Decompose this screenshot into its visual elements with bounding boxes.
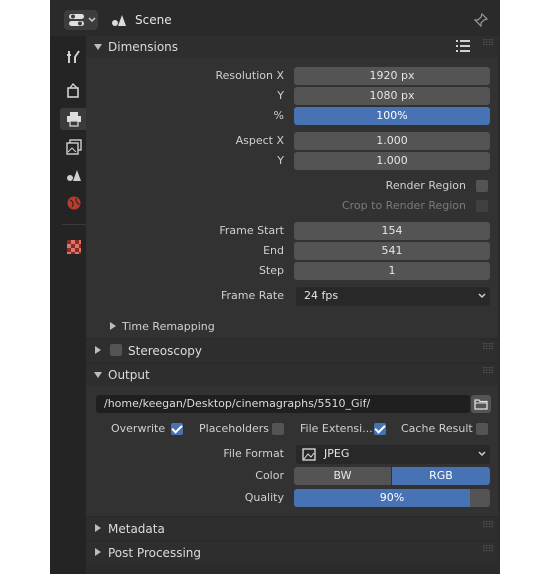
printer-icon [67,112,81,127]
tool-icon [67,50,80,63]
frame-rate-dropdown[interactable]: 24 fps [296,287,490,306]
aspect-y-label: Y [277,154,284,167]
frame-rate-value: 24 fps [304,289,339,302]
tab-render[interactable] [60,80,88,102]
render-region-label: Render Region [385,179,466,192]
output-path-field[interactable]: /home/keegan/Desktop/cinemagraphs/5510_G… [96,395,470,413]
overwrite-label: Overwrite [111,422,166,435]
collapse-triangle-icon [94,44,102,50]
placeholders-label: Placeholders [199,422,270,435]
chevron-down-icon [478,451,486,457]
resolution-percent-label: % [273,109,284,122]
collapse-triangle-icon [94,372,102,378]
world-icon [67,196,81,210]
dimensions-title: Dimensions [108,40,179,54]
frame-step-field[interactable]: 1 [294,262,490,280]
expand-triangle-icon[interactable] [110,322,116,330]
resolution-x-label: Resolution X [215,69,284,82]
frame-end-label: End [263,244,284,257]
resolution-y-label: Y [277,89,284,102]
tab-world[interactable] [60,192,88,214]
frame-rate-label: Frame Rate [221,289,284,302]
folder-icon [474,399,488,410]
presets-icon[interactable] [456,40,470,52]
resolution-x-field[interactable]: 1920 px [294,67,490,85]
scene-icon [112,15,126,26]
file-format-value: JPEG [324,447,350,460]
tab-scene[interactable] [60,164,88,186]
expand-triangle-icon [95,346,101,354]
render-region-checkbox[interactable] [476,180,488,192]
frame-end-field[interactable]: 541 [294,242,490,260]
scene-icon [67,170,81,181]
image-file-icon [302,448,316,461]
quality-slider[interactable]: 90% [294,489,490,507]
drag-grip-icon[interactable]: ⠿⠿ [482,367,494,377]
browse-folder-button[interactable] [471,395,491,413]
image-stack-icon [66,139,82,155]
crop-region-checkbox[interactable] [476,200,488,212]
properties-editor-icon [69,14,84,26]
tab-view-layer[interactable] [60,136,88,158]
crop-region-label: Crop to Render Region [341,199,466,212]
post-processing-title: Post Processing [108,546,201,560]
tab-texture[interactable] [60,236,88,258]
overwrite-checkbox[interactable] [171,423,183,435]
tab-output[interactable] [60,108,88,130]
aspect-y-field[interactable]: 1.000 [294,152,490,170]
expand-triangle-icon [95,548,101,556]
placeholders-checkbox[interactable] [272,423,284,435]
chevron-down-icon [478,293,486,299]
pin-icon[interactable] [474,13,488,27]
drag-grip-icon[interactable]: ⠿⠿ [482,39,494,49]
aspect-x-field[interactable]: 1.000 [294,132,490,150]
checker-texture-icon [67,240,81,254]
resolution-percent-slider[interactable]: 100% [294,107,490,125]
file-format-dropdown[interactable]: JPEG [296,445,490,464]
tab-divider [62,224,86,225]
file-format-label: File Format [223,447,284,460]
cache-result-label: Cache Result [401,422,473,435]
quality-label: Quality [244,491,284,504]
render-icon [67,83,79,98]
drag-grip-icon[interactable]: ⠿⠿ [482,545,494,555]
color-rgb-button[interactable]: RGB [392,467,490,485]
chevron-down-icon [88,17,96,23]
resolution-y-field[interactable]: 1080 px [294,87,490,105]
color-bw-button[interactable]: BW [294,467,391,485]
expand-triangle-icon [95,524,101,532]
file-extensions-checkbox[interactable] [374,423,386,435]
cache-result-checkbox[interactable] [476,423,488,435]
metadata-title: Metadata [108,522,165,536]
aspect-x-label: Aspect X [235,134,284,147]
frame-start-field[interactable]: 154 [294,222,490,240]
tab-tool[interactable] [60,46,88,68]
stereoscopy-title: Stereoscopy [128,344,203,358]
time-remapping-subpanel[interactable]: Time Remapping [122,320,215,334]
editor-type-dropdown[interactable] [64,10,98,30]
drag-grip-icon[interactable]: ⠿⠿ [482,521,494,531]
color-label: Color [255,469,284,482]
file-extensions-label: File Extensi... [300,422,373,435]
output-title: Output [108,368,150,382]
frame-start-label: Frame Start [219,224,284,237]
stereoscopy-checkbox[interactable] [110,344,122,356]
frame-step-label: Step [258,264,284,277]
breadcrumb-scene: Scene [135,13,172,27]
quality-value: 90% [379,491,405,504]
drag-grip-icon[interactable]: ⠿⠿ [482,343,494,353]
